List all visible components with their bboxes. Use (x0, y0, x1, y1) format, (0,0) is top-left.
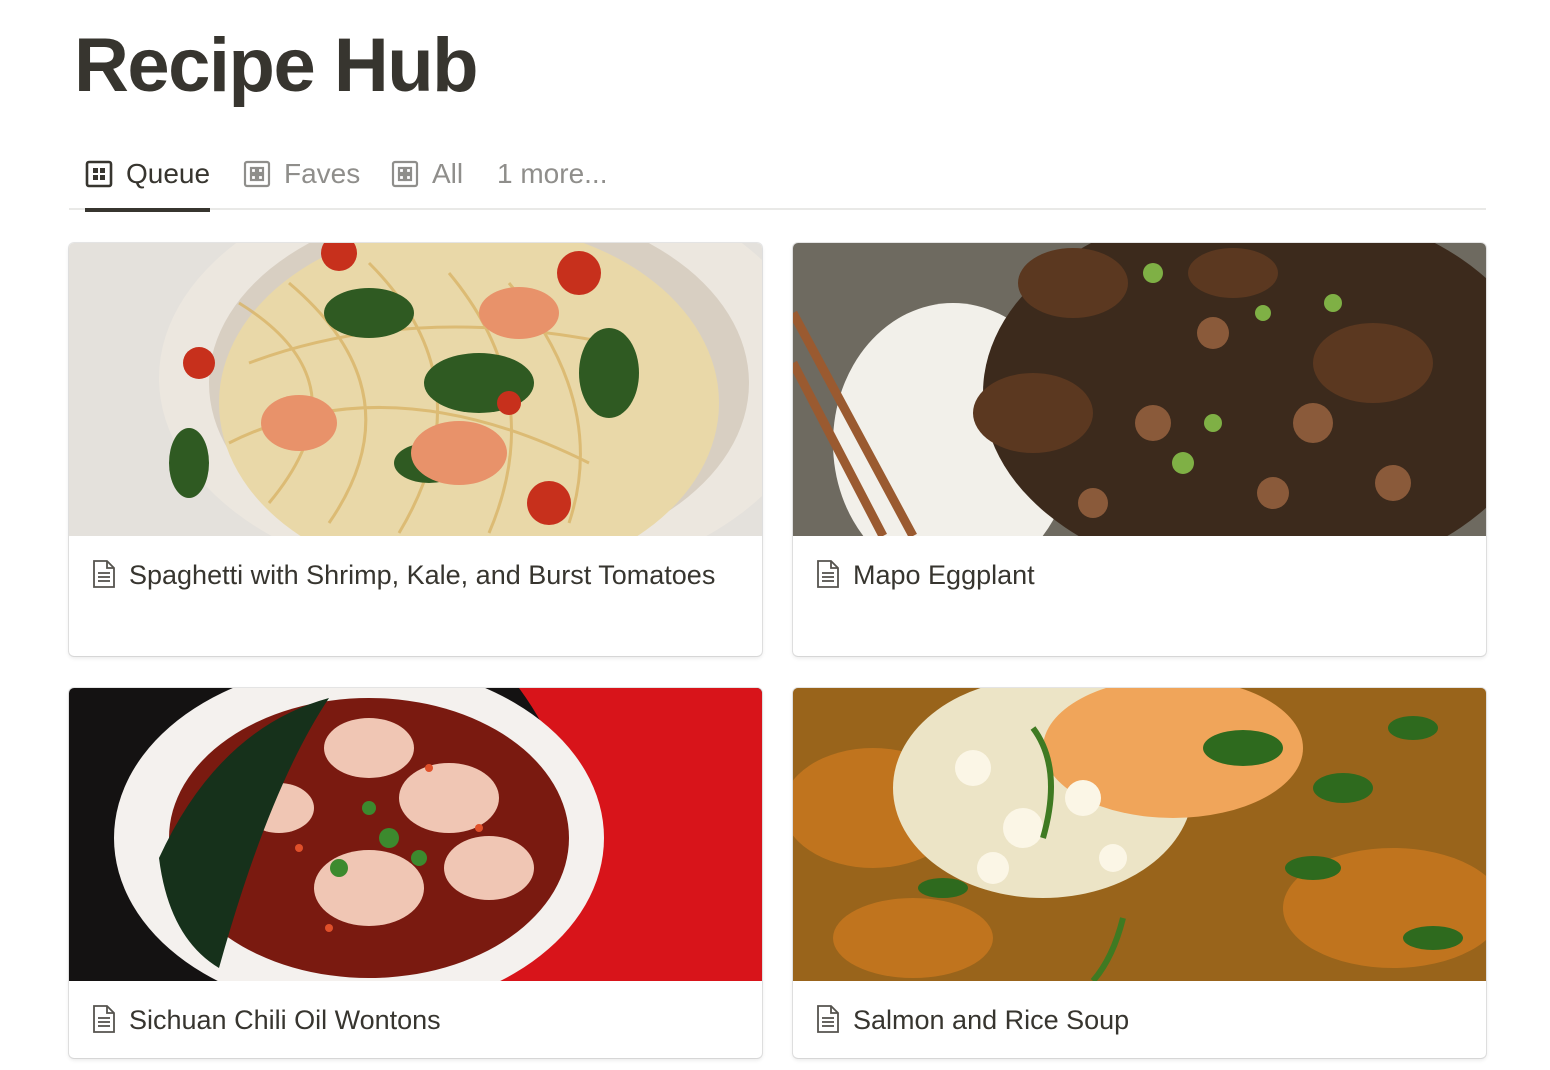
page-title: Recipe Hub (74, 23, 479, 108)
card-title-text: Spaghetti with Shrimp, Kale, and Burst T… (129, 560, 716, 590)
tab-queue[interactable]: Queue (85, 143, 211, 212)
tab-label: All (432, 157, 464, 189)
gallery-icon (85, 160, 113, 187)
card-title: Sichuan Chili Oil Wontons (90, 999, 740, 1041)
gallery-card-salmon-rice-soup[interactable]: Salmon and Rice Soup (793, 688, 1486, 1058)
tab-more-views[interactable]: 1 more... (497, 143, 607, 210)
gallery-card-chili-oil-wontons[interactable]: Sichuan Chili Oil Wontons (69, 688, 762, 1058)
gallery-card-spaghetti[interactable]: Spaghetti with Shrimp, Kale, and Burst T… (69, 243, 762, 656)
mapo-eggplant-photo (793, 243, 1486, 536)
page-icon (817, 560, 839, 588)
view-tabs: Queue Faves All 1 more... (69, 143, 1486, 212)
page-icon (93, 1005, 115, 1033)
gallery-card-mapo-eggplant[interactable]: Mapo Eggplant (793, 243, 1486, 656)
gallery-icon (243, 160, 271, 187)
card-title-text: Mapo Eggplant (853, 560, 1035, 590)
spaghetti-shrimp-photo (69, 243, 762, 536)
card-title: Salmon and Rice Soup (814, 999, 1464, 1041)
page-icon (93, 560, 115, 588)
card-title: Spaghetti with Shrimp, Kale, and Burst T… (90, 554, 740, 596)
tab-label: 1 more... (497, 157, 608, 189)
tab-label: Queue (126, 157, 211, 189)
salmon-rice-soup-photo (793, 688, 1486, 981)
card-title-text: Salmon and Rice Soup (853, 1005, 1130, 1035)
tab-all[interactable]: All (391, 143, 463, 210)
tab-label: Faves (284, 157, 361, 189)
chili-oil-wontons-photo (69, 688, 762, 981)
card-title-text: Sichuan Chili Oil Wontons (129, 1005, 441, 1035)
page-icon (817, 1005, 839, 1033)
card-title: Mapo Eggplant (814, 554, 1464, 596)
tab-faves[interactable]: Faves (243, 143, 360, 210)
gallery-icon (391, 160, 419, 187)
